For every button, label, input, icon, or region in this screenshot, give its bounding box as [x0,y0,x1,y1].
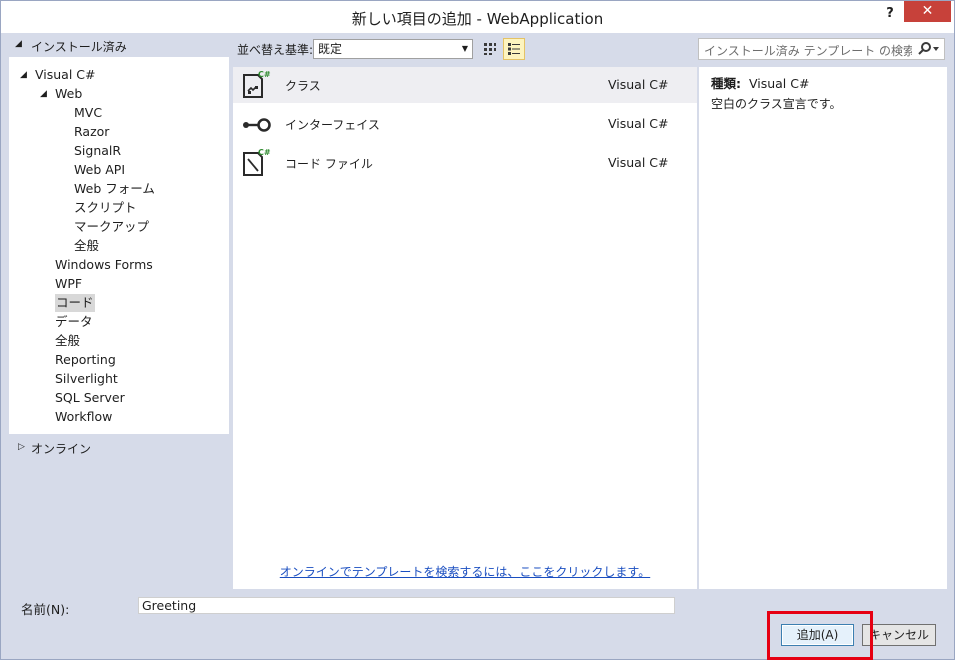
item-name-input[interactable] [138,597,675,614]
tree-item[interactable]: Windows Forms [55,256,153,274]
tree-item-label: Reporting [55,352,116,367]
tree-item-label: 全般 [55,333,81,348]
search-placeholder: インストール済み テンプレート の検索 (Ctrl+E) [704,44,912,58]
search-online-templates-link[interactable]: オンラインでテンプレートを検索するには、ここをクリックします。 [233,563,697,580]
add-new-item-dialog: 新しい項目の追加 - WebApplication ? ✕ ◢ インストール済み… [0,0,955,660]
type-label: 種類: [711,76,741,91]
collapse-triangle-icon: ◢ [15,39,22,49]
tree-item-label: スクリプト [74,200,137,215]
expanded-triangle-icon[interactable]: ◢ [40,85,47,103]
list-view-icon [508,43,520,55]
installed-section-header[interactable]: ◢ インストール済み [9,34,229,57]
tree-item[interactable]: SignalR [74,142,121,160]
cancel-button[interactable]: キャンセル [862,624,936,646]
tree-item-label: マークアップ [74,219,150,234]
tree-item-label: WPF [55,276,83,291]
tree-item[interactable]: 全般 [55,332,80,350]
template-search-input[interactable]: インストール済み テンプレート の検索 (Ctrl+E) [698,38,945,60]
sort-select[interactable]: 既定 ▼ [313,39,473,59]
svg-text:C#: C# [258,148,271,157]
tree-item-label: Workflow [55,409,113,424]
tree-item[interactable]: MVC [74,104,102,122]
template-details-panel: 種類: Visual C# 空白のクラス宣言です。 [699,67,947,589]
template-name: インターフェイス [285,118,380,132]
chevron-down-icon: ▼ [461,44,468,53]
tree-item-label: Silverlight [55,371,118,386]
tree-item-label: Razor [74,124,110,139]
title-bar: 新しい項目の追加 - WebApplication ? ✕ [1,1,954,33]
template-list: C# クラス Visual C# インターフェイス Visual C# C# コ… [233,67,697,589]
tree-item[interactable]: スクリプト [74,199,137,217]
tree-item[interactable]: Silverlight [55,370,118,388]
expand-triangle-icon: ▷ [18,442,25,452]
sort-label: 並べ替え基準: [237,43,314,57]
template-language: Visual C# [608,155,669,170]
template-type: 種類: Visual C# [711,73,809,92]
tree-item-label: コード [56,295,94,310]
template-item-interface[interactable]: インターフェイス Visual C# [233,106,697,142]
template-description: 空白のクラス宣言です。 [711,97,842,111]
name-label: 名前(N): [21,602,70,617]
search-icon[interactable] [918,42,940,59]
online-section[interactable]: ▷ オンライン [9,436,229,588]
close-button[interactable]: ✕ [904,1,951,22]
tree-item-label: Windows Forms [55,257,153,272]
tree-item-label: Visual C# [35,67,96,82]
tree-item[interactable]: SQL Server [55,389,125,407]
tree-item-label: MVC [74,105,103,120]
template-language: Visual C# [608,77,669,92]
details-view-button[interactable] [503,38,525,60]
help-button[interactable]: ? [881,5,899,23]
tree-item-label: データ [55,314,93,329]
template-item-class[interactable]: C# クラス Visual C# [233,67,697,103]
tree-item[interactable]: Reporting [55,351,116,369]
tree-item[interactable]: ◢ Visual C# [20,66,96,84]
code-file-icon: C# [241,147,273,179]
svg-text:C#: C# [258,70,271,79]
tree-item-label: Web フォーム [74,181,155,196]
add-button[interactable]: 追加(A) [781,624,854,646]
grid-view-icon [484,43,496,55]
sort-value: 既定 [318,42,343,56]
template-item-code-file[interactable]: C# コード ファイル Visual C# [233,145,697,181]
dialog-title: 新しい項目の追加 - WebApplication [351,10,604,28]
tree-item[interactable]: Web API [74,161,125,179]
class-icon: C# [241,69,273,101]
type-value: Visual C# [748,76,810,91]
tree-item[interactable]: Razor [74,123,109,141]
installed-label: インストール済み [31,40,127,54]
tree-item[interactable]: ◢ Web [40,85,83,103]
expanded-triangle-icon[interactable]: ◢ [20,66,27,84]
template-language: Visual C# [608,116,669,131]
tree-item[interactable]: Workflow [55,408,112,426]
tree-item-label: SignalR [74,143,122,158]
medium-icons-view-button[interactable] [479,38,501,60]
tree-item[interactable]: Web フォーム [74,180,155,198]
template-category-panel: ◢ インストール済み ◢ Visual C# ◢ Web MVC Razor SignalR… [9,34,229,588]
tree-item-label: Web API [74,162,126,177]
tree-item[interactable]: 全般 [74,237,99,255]
tree-item[interactable]: WPF [55,275,82,293]
template-name: クラス [285,79,321,93]
tree-item[interactable]: データ [55,313,93,331]
tree-item[interactable]: マークアップ [74,218,149,236]
interface-icon [241,108,273,140]
template-name: コード ファイル [285,157,373,171]
tree-item-label: Web [55,86,83,101]
tree-item[interactable]: コード [55,294,95,312]
tree-item-label: SQL Server [55,390,125,405]
online-label: オンライン [31,442,92,456]
tree-item-label: 全般 [74,238,100,253]
